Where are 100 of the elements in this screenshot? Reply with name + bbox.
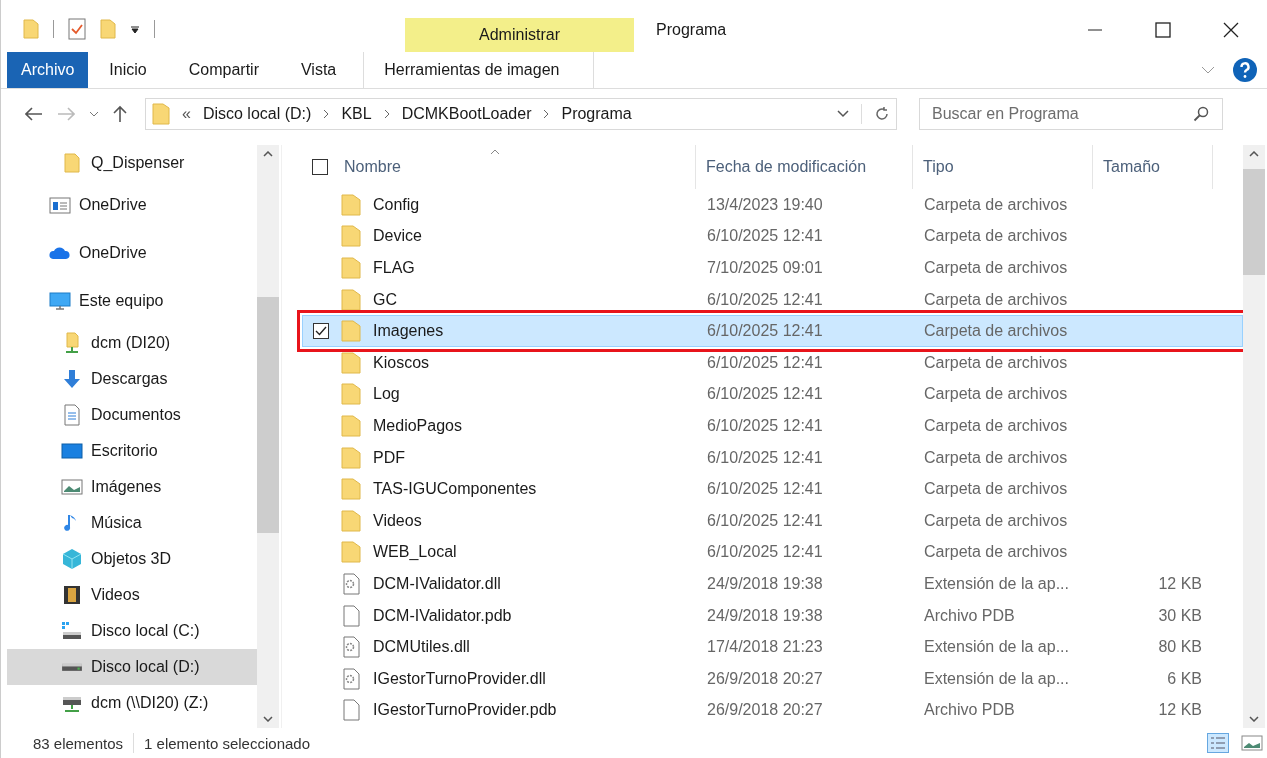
chevron-down-icon[interactable] [263,716,273,722]
file-type: Carpeta de archivos [924,353,1068,372]
file-name: DCM-IValidator.dll [373,574,501,593]
file-type: Extensión de la ap... [924,574,1069,593]
scrollbar[interactable] [1243,145,1265,728]
file-row[interactable]: PDF 6/10/2025 12:41 Carpeta de archivos [302,441,1243,474]
nav-item[interactable]: Este equipo [7,277,257,325]
nav-item[interactable]: Videos [7,577,257,613]
modified-date: 17/4/2018 21:23 [707,638,823,657]
nav-item[interactable]: dcm (\\DI20) (Z:) [7,685,257,721]
file-size: 30 KB [1158,606,1202,625]
back-arrow-icon[interactable] [25,107,43,121]
folder-icon [341,193,361,216]
column-header[interactable]: Nombre [302,145,696,189]
file-row[interactable]: IGestorTurnoProvider.pdb 26/9/2018 20:27 Archivo PDB 12 KB [302,694,1243,727]
close-icon[interactable] [1223,22,1239,38]
nav-item[interactable]: Documentos [7,397,257,433]
search-field[interactable]: Buscar en Programa [919,98,1223,130]
file-name: DCM-IValidator.pdb [373,606,512,625]
maximize-icon[interactable] [1155,22,1171,38]
checkmark-document-icon[interactable] [68,18,86,40]
file-size: 12 KB [1158,701,1202,720]
chevron-right-icon[interactable] [323,109,330,119]
ribbon-tab[interactable]: Herramientas de imagen [363,52,595,88]
checkbox[interactable] [313,323,329,340]
file-row[interactable]: DCMUtiles.dll 17/4/2018 21:23 Extensión de la ap... 80 KB [302,631,1243,663]
column-header[interactable]: Fecha de modificación [696,145,913,189]
nav-item[interactable]: Q_Dispenser [7,145,257,181]
scrollbar[interactable] [257,145,279,728]
nav-item[interactable]: Música [7,505,257,541]
file-row[interactable]: WEB_Local 6/10/2025 12:41 Carpeta de archivos [302,536,1243,569]
ribbon-tab[interactable]: Inicio [88,52,168,88]
picture-icon[interactable] [1241,735,1263,751]
address-bar[interactable]: « Disco local (D:) KBL DCMKBootLoader Programa [145,98,897,130]
file-name: Videos [373,511,422,530]
chevron-right-icon[interactable] [543,109,550,119]
folder-icon [341,225,361,248]
breadcrumb[interactable]: Programa [561,105,632,123]
file-row[interactable]: Kioscos 6/10/2025 12:41 Carpeta de archivos [302,346,1243,379]
chevron-up-icon[interactable] [1249,151,1259,157]
refresh-icon[interactable] [874,106,890,122]
monitor-icon [49,290,71,312]
file-name: PDF [373,448,405,467]
file-type: Carpeta de archivos [924,227,1068,246]
select-all-checkbox[interactable] [312,159,328,175]
chevron-up-icon[interactable] [263,151,273,157]
chevron-down-icon[interactable] [1249,716,1259,722]
nav-item[interactable]: Disco local (D:) [7,649,257,685]
breadcrumb[interactable]: DCMKBootLoader [401,105,532,123]
context-tab-header: Administrar [405,18,634,52]
file-type: Carpeta de archivos [924,195,1068,214]
modified-date: 26/9/2018 20:27 [707,701,823,720]
file-type: Extensión de la ap... [924,669,1069,688]
file-row[interactable]: GC 6/10/2025 12:41 Carpeta de archivos [302,283,1243,316]
file-name: DCMUtiles.dll [373,638,470,657]
file-row[interactable]: FLAG 7/10/2025 09:01 Carpeta de archivos [302,252,1243,284]
nav-item[interactable]: OneDrive [7,229,257,277]
breadcrumb[interactable]: KBL [341,105,372,123]
chevron-right-icon[interactable] [383,109,390,119]
file-row[interactable]: IGestorTurnoProvider.dll 26/9/2018 20:27 Extensión de la ap... 6 KB [302,662,1243,695]
gear-file-icon [341,636,361,659]
nav-item[interactable]: Disco local (C:) [7,613,257,649]
scroll-thumb[interactable] [257,297,279,533]
item-count: 83 elementos [33,734,124,752]
gear-file-icon [341,572,361,595]
ribbon-tab[interactable]: Vista [279,52,358,88]
file-row[interactable]: Device 6/10/2025 12:41 Carpeta de archivos [302,220,1243,253]
column-header[interactable]: Tamaño [1093,145,1213,189]
nav-item[interactable]: Escritorio [7,433,257,469]
folder-icon [341,351,361,374]
file-tab[interactable]: Archivo [7,52,89,88]
folder-icon [152,103,170,125]
help-icon[interactable] [1233,58,1257,82]
dropdown-icon[interactable] [130,24,140,34]
file-row[interactable]: TAS-IGUComponentes 6/10/2025 12:41 Carpeta de archivos [302,473,1243,505]
nav-item[interactable]: dcm (DI20) [7,325,257,361]
file-row[interactable]: Videos 6/10/2025 12:41 Carpeta de archivos [302,504,1243,537]
file-row[interactable]: DCM-IValidator.pdb 24/9/2018 19:38 Archivo PDB 30 KB [302,599,1243,632]
file-row[interactable]: MedioPagos 6/10/2025 12:41 Carpeta de archivos [302,410,1243,442]
file-row[interactable]: Config 13/4/2023 19:40 Carpeta de archivos [302,189,1243,221]
chevron-down-icon[interactable] [837,110,849,118]
folder-icon [341,320,361,343]
file-row[interactable]: Log 6/10/2025 12:41 Carpeta de archivos [302,378,1243,411]
search-icon [1193,106,1209,122]
gear-file-icon [341,667,361,690]
file-row[interactable]: DCM-IValidator.dll 24/9/2018 19:38 Extensión de la ap... 12 KB [302,568,1243,600]
chevron-down-icon[interactable] [89,111,99,117]
column-header[interactable]: Tipo [913,145,1093,189]
nav-item[interactable]: OneDrive [7,181,257,229]
modified-date: 6/10/2025 12:41 [707,480,823,499]
nav-item[interactable]: Objetos 3D [7,541,257,577]
breadcrumb[interactable]: Disco local (D:) [202,105,312,123]
file-type: Extensión de la ap... [924,638,1069,657]
overflow-chevron[interactable]: « [182,105,191,123]
nav-item[interactable]: Descargas [7,361,257,397]
up-arrow-icon[interactable] [113,105,127,123]
scroll-thumb[interactable] [1243,169,1265,275]
nav-item[interactable]: Imágenes [7,469,257,505]
file-name: IGestorTurnoProvider.pdb [373,701,557,720]
ribbon-tab[interactable]: Compartir [167,52,280,88]
